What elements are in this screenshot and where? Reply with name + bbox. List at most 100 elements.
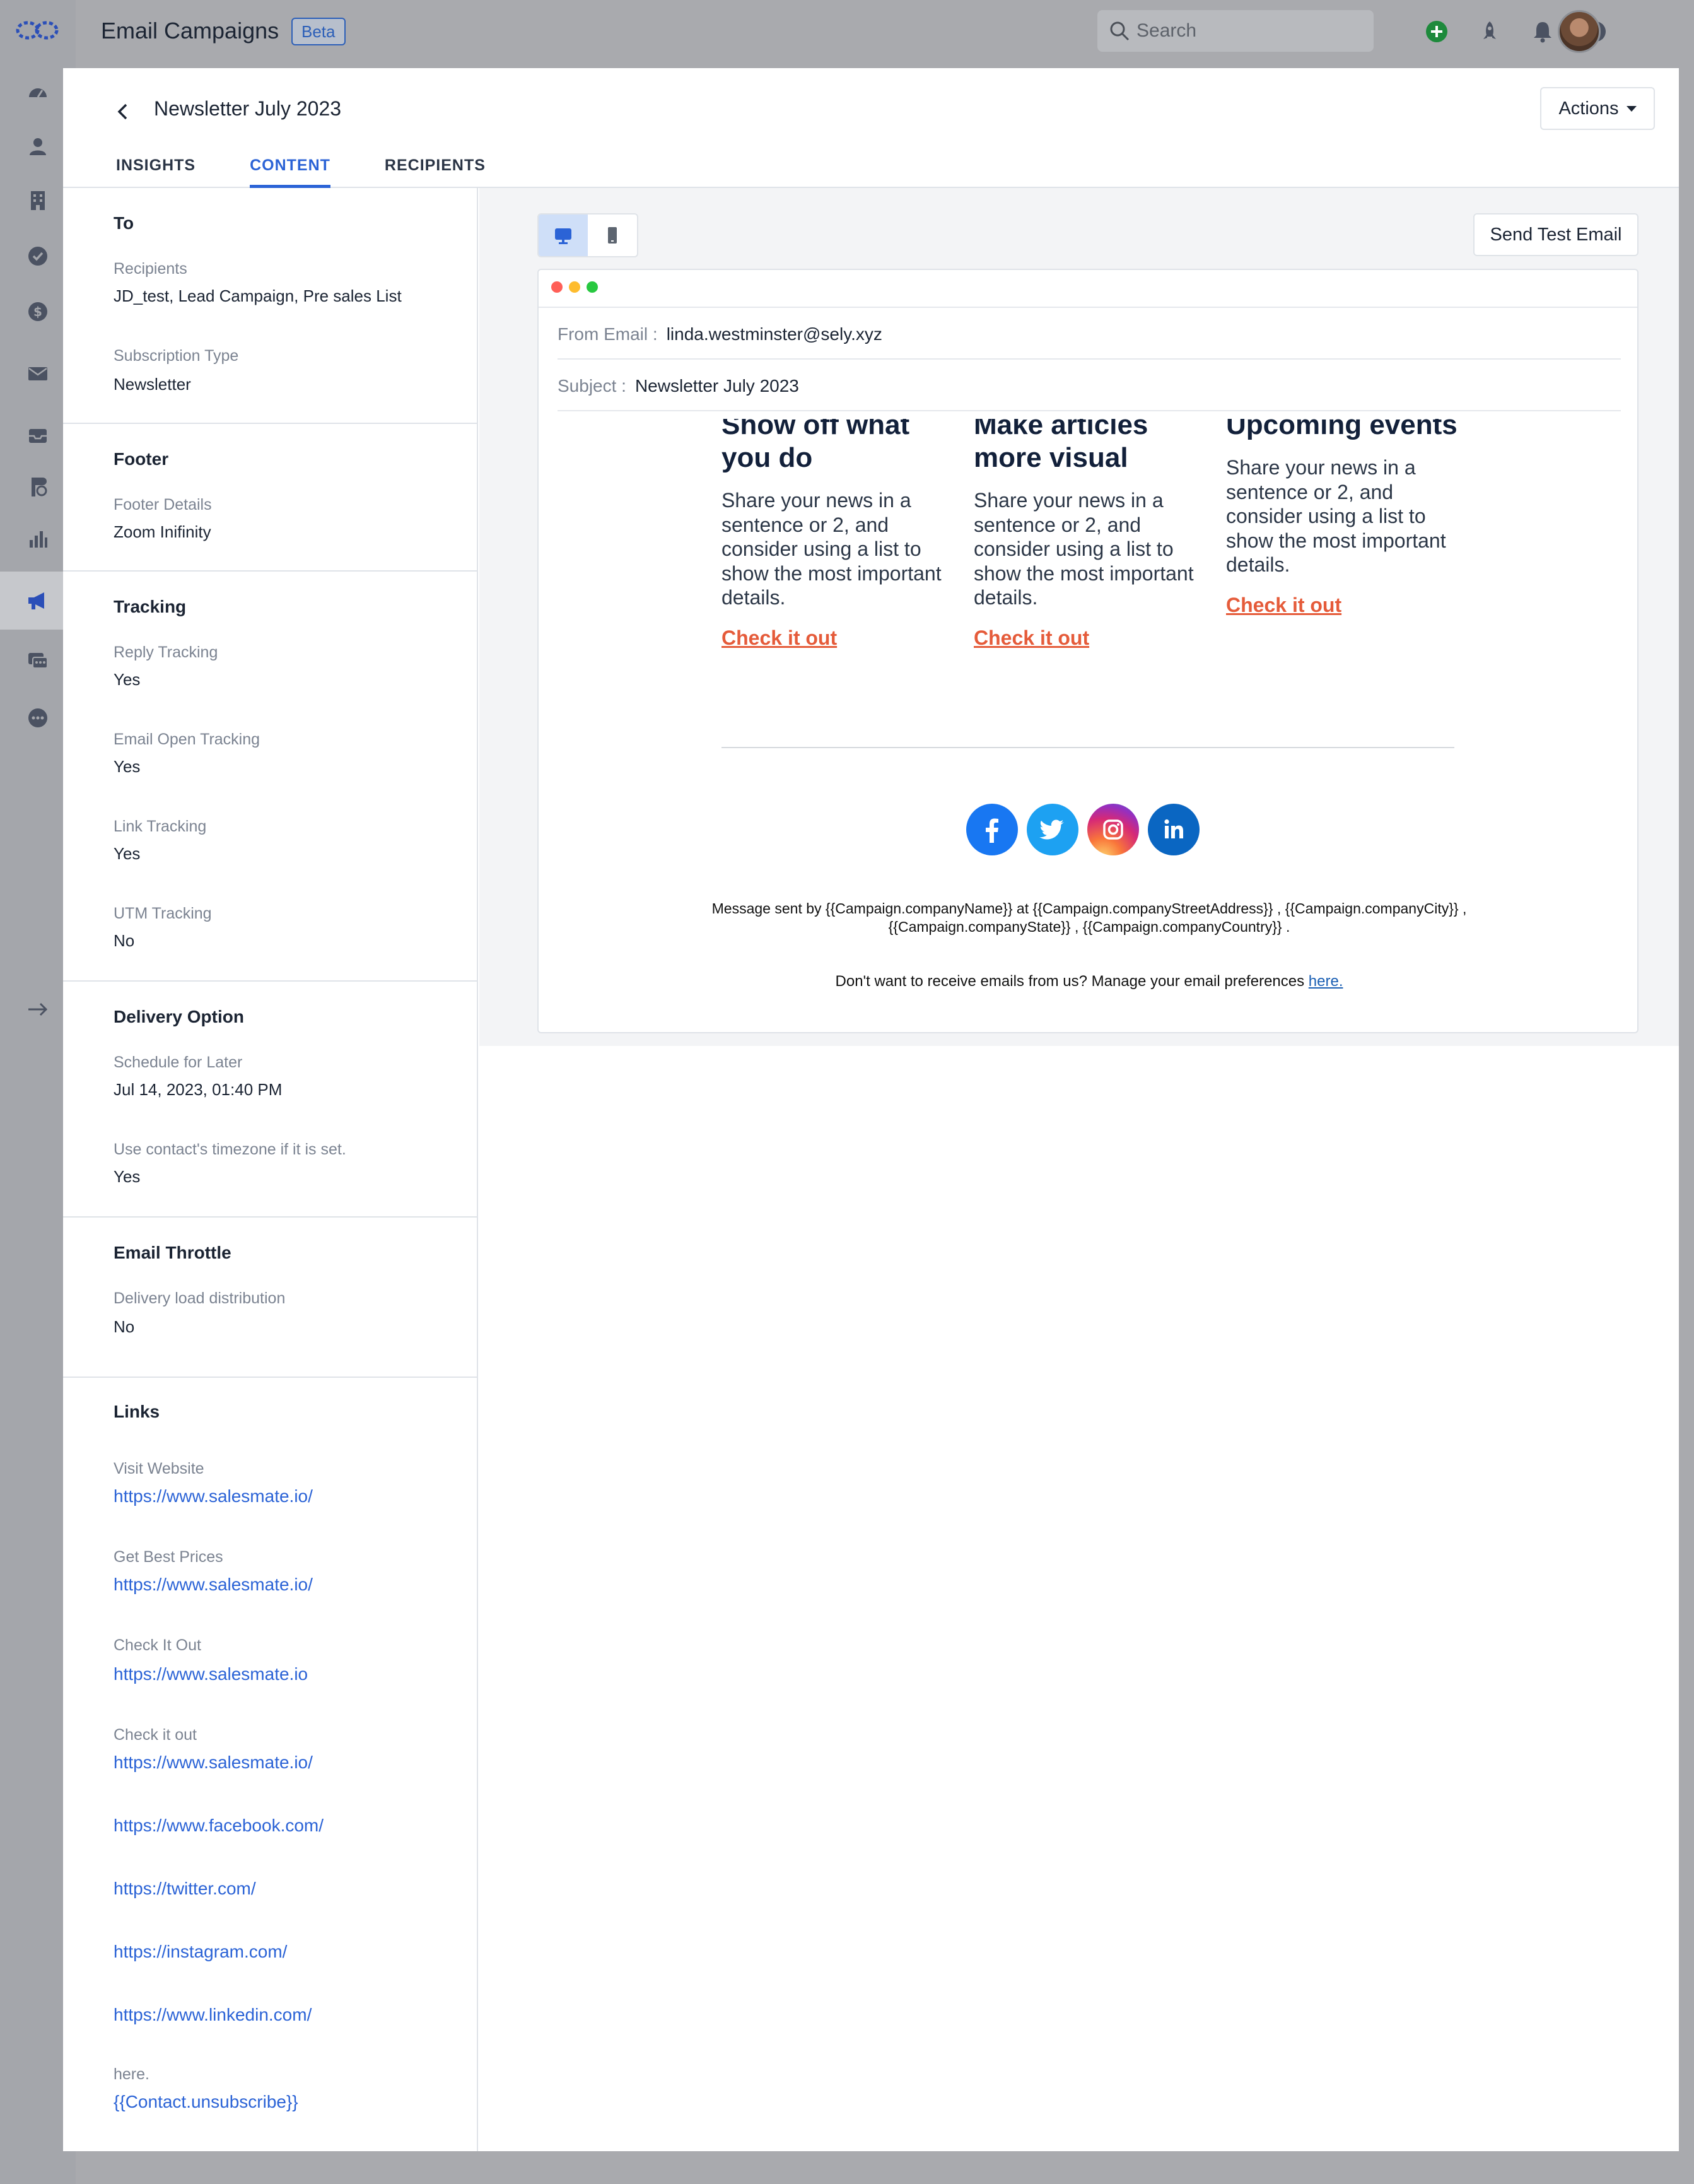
check-it-out-link[interactable]: Check it out [721,626,961,650]
more-icon[interactable] [25,705,50,731]
tracking-section: Tracking Reply Tracking Yes Email Open T… [63,572,477,982]
link-url[interactable]: https://instagram.com/ [114,1942,287,1962]
search-icon [1110,21,1130,41]
link-url[interactable]: https://www.linkedin.com/ [114,2005,312,2025]
send-test-email-button[interactable]: Send Test Email [1473,213,1639,256]
link-url[interactable]: https://www.salesmate.io/ [114,1486,313,1506]
reports-icon[interactable] [25,526,50,551]
open-tracking-label: Email Open Tracking [114,731,260,748]
mobile-icon [608,227,617,244]
campaigns-icon[interactable] [25,588,50,613]
subscription-type-value: Newsletter [114,375,191,394]
unsubscribe-text: Don't want to receive emails from us? Ma… [835,973,1305,990]
utm-tracking-value: No [114,931,135,950]
to-section: To Recipients JD_test, Lead Campaign, Pr… [63,188,477,424]
recipients-value: JD_test, Lead Campaign, Pre sales List [114,286,402,305]
maximize-dot-icon [587,281,598,293]
link-tracking-label: Link Tracking [114,818,207,835]
column-heading: Show off what you do [721,419,910,473]
social-links [966,804,1200,855]
content-column: Show off what you do Share your news in … [721,419,961,650]
tasks-icon[interactable] [25,244,50,269]
add-icon[interactable] [1424,19,1449,44]
throttle-section: Email Throttle Delivery load distributio… [63,1218,477,1378]
section-heading: Links [114,1402,160,1421]
email-preview-area: Send Test Email From Email : linda.westmi… [479,188,1679,1046]
inbox-icon[interactable] [25,423,50,448]
search-box[interactable] [1097,10,1374,52]
companies-icon[interactable] [25,188,50,213]
link-url[interactable]: https://www.salesmate.io/ [114,1575,313,1595]
desktop-view-button[interactable] [539,214,588,256]
schedule-label: Schedule for Later [114,1054,243,1071]
app-title: Email Campaigns [101,18,279,44]
link-url[interactable]: {{Contact.unsubscribe}} [114,2092,298,2112]
link-url[interactable]: https://www.facebook.com/ [114,1816,324,1836]
sequences-icon[interactable] [25,474,50,500]
link-url[interactable]: https://www.salesmate.io [114,1664,308,1684]
section-heading: Tracking [114,597,187,616]
instagram-icon[interactable] [1087,804,1139,855]
chat-icon[interactable] [25,649,50,674]
timezone-value: Yes [114,1167,141,1186]
link-url[interactable]: https://twitter.com/ [114,1879,256,1899]
column-heading: Make articles more visual [974,419,1148,473]
email-icon[interactable] [25,361,50,386]
column-body: Share your news in a sentence or 2, and … [974,489,1194,609]
mobile-view-button[interactable] [588,214,637,256]
actions-button[interactable]: Actions [1540,87,1655,130]
twitter-icon[interactable] [1027,804,1078,855]
utm-tracking-label: UTM Tracking [114,905,212,922]
section-heading: Footer [114,449,169,469]
content-column: Make articles more visual Share your new… [974,419,1213,650]
avatar[interactable] [1558,10,1601,53]
unsubscribe-line: Don't want to receive emails from us? Ma… [703,973,1476,990]
minimize-dot-icon [569,281,580,293]
reply-tracking-label: Reply Tracking [114,643,218,661]
page-title: Newsletter July 2023 [154,97,342,120]
link-url[interactable]: https://www.salesmate.io/ [114,1752,313,1773]
footer-section: Footer Footer Details Zoom Inifinity [63,424,477,572]
dashboard-icon[interactable] [25,79,50,105]
column-body: Share your news in a sentence or 2, and … [1226,456,1446,576]
linkedin-icon[interactable] [1148,804,1200,855]
tab-bar: INSIGHTS CONTENT RECIPIENTS [116,150,540,188]
close-dot-icon [551,281,563,293]
links-section: Links Visit Website https://www.salesmat… [63,1378,477,2151]
tab-content[interactable]: CONTENT [250,150,330,188]
svg-text:$: $ [33,304,42,319]
link-label: Check It Out [114,1636,201,1654]
notifications-icon[interactable] [1530,19,1555,44]
subject-label: Subject : [558,376,626,396]
beta-badge: Beta [291,18,346,45]
unsubscribe-link[interactable]: here. [1309,973,1343,990]
delivery-load-value: No [114,1317,135,1336]
content-column: Upcoming events Share your news in a sen… [1226,419,1466,617]
logo-icon[interactable] [15,18,59,43]
tab-recipients[interactable]: RECIPIENTS [385,150,486,188]
contacts-icon[interactable] [25,134,50,159]
reply-tracking-value: Yes [114,670,141,689]
section-heading: Delivery Option [114,1007,244,1026]
check-it-out-link[interactable]: Check it out [974,626,1213,650]
check-it-out-link[interactable]: Check it out [1226,594,1466,617]
back-arrow-icon[interactable] [108,97,137,126]
delivery-load-label: Delivery load distribution [114,1289,286,1307]
background-shade [76,2151,1694,2184]
actions-button-label: Actions [1558,98,1619,119]
campaign-panel: Newsletter July 2023 Actions INSIGHTS CO… [63,68,1679,2151]
from-value: linda.westminster@sely.xyz [666,324,882,344]
search-input[interactable] [1136,10,1364,52]
tab-insights[interactable]: INSIGHTS [116,150,196,188]
email-preview-frame: From Email : linda.westminster@sely.xyz S… [537,269,1639,1033]
link-label: Check it out [114,1726,197,1744]
facebook-icon[interactable] [966,804,1018,855]
deals-icon[interactable]: $ [25,299,50,324]
rocket-icon[interactable] [1477,19,1502,44]
expand-icon[interactable] [25,997,50,1022]
top-bar: Email Campaigns Beta ? [76,0,1694,63]
divider [558,410,1621,411]
open-tracking-value: Yes [114,757,141,776]
subject-value: Newsletter July 2023 [634,376,799,396]
column-heading: Upcoming events [1226,419,1457,440]
